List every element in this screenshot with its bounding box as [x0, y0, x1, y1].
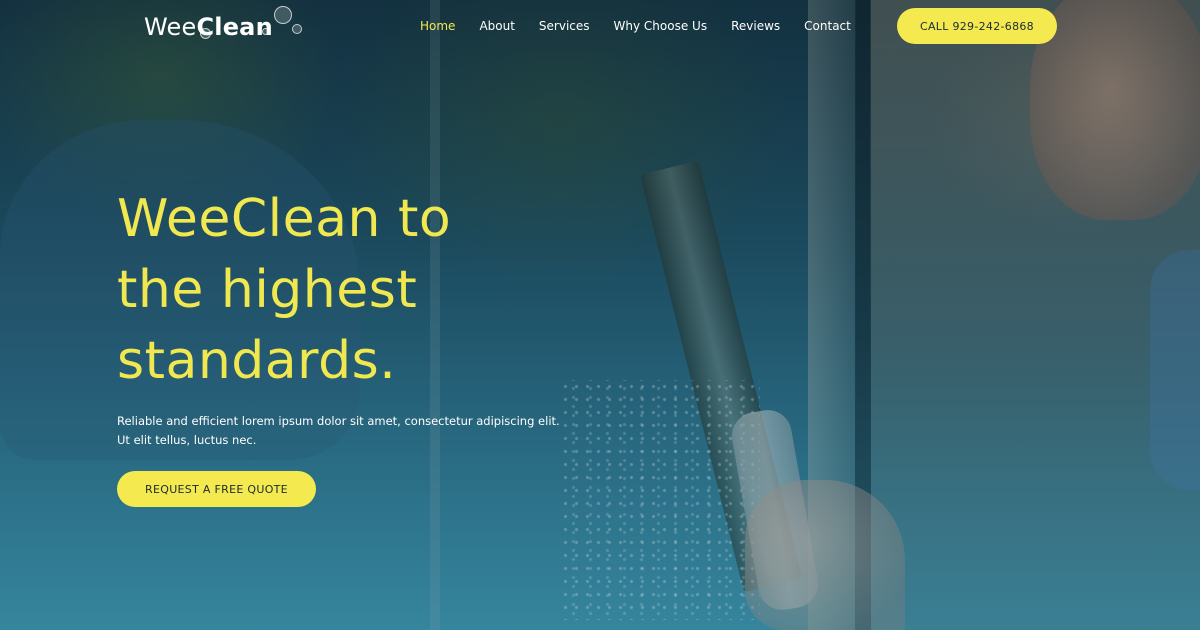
hero-subtitle-line: Ut elit tellus, luctus nec. [117, 433, 257, 447]
hero-title: WeeClean to the highest standards. [117, 184, 677, 397]
nav-why-choose-us[interactable]: Why Choose Us [614, 19, 708, 33]
nav-contact[interactable]: Contact [804, 19, 851, 33]
nav-home[interactable]: Home [420, 19, 455, 33]
nav-reviews[interactable]: Reviews [731, 19, 780, 33]
hero-title-line: WeeClean to [117, 189, 452, 249]
hero-subtitle-line: Reliable and efficient lorem ipsum dolor… [117, 414, 560, 428]
bubble-icon [274, 6, 292, 24]
call-button[interactable]: CALL 929-242-6868 [897, 8, 1057, 44]
main-nav: Home About Services Why Choose Us Review… [420, 14, 875, 38]
hero-title-line: the highest [117, 260, 418, 320]
bubble-icon [292, 24, 302, 34]
hero-subtitle: Reliable and efficient lorem ipsum dolor… [117, 412, 637, 450]
bubble-icon [200, 28, 211, 39]
site-header: WeeClean Home About Services Why Choose … [0, 0, 1200, 52]
logo-bubbles-icon [198, 6, 308, 42]
request-quote-button[interactable]: REQUEST A FREE QUOTE [117, 471, 316, 507]
logo-text-wee: Wee [144, 13, 197, 41]
nav-services[interactable]: Services [539, 19, 590, 33]
hero-title-line: standards. [117, 331, 397, 391]
bubble-icon [262, 28, 269, 35]
nav-about[interactable]: About [479, 19, 514, 33]
